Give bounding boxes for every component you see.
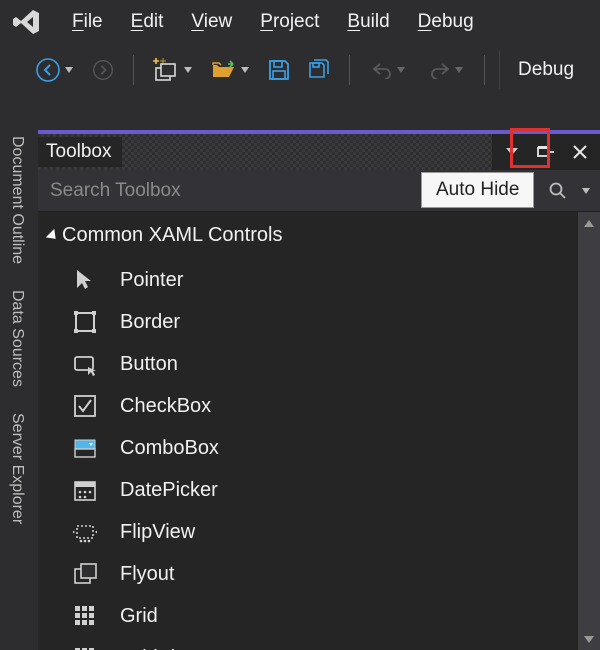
menu-view[interactable]: View <box>191 11 232 33</box>
toolbox-item[interactable]: Grid <box>38 595 576 637</box>
toolbox-item-label: ComboBox <box>120 437 219 460</box>
toolbox-item-label: Grid <box>120 605 158 628</box>
toolbox-item-label: DatePicker <box>120 479 218 502</box>
redo-button <box>422 52 470 88</box>
toolbox-item[interactable]: FlipView <box>38 511 576 553</box>
side-tab-strip: Document Outline Data Sources Server Exp… <box>0 132 34 528</box>
toolbox-item-label: CheckBox <box>120 395 211 418</box>
save-button[interactable] <box>264 52 295 88</box>
toolbox-item-label: Border <box>120 311 180 334</box>
scrollbar[interactable] <box>578 212 600 650</box>
border-icon <box>72 309 98 335</box>
menu-debug[interactable]: Debug <box>418 11 474 33</box>
menu-file[interactable]: File <box>72 11 103 33</box>
toolbox-item[interactable]: Pointer <box>38 259 576 301</box>
toolbox-item[interactable]: GridView <box>38 637 576 650</box>
panel-menu-button[interactable] <box>498 138 526 166</box>
group-label: Common XAML Controls <box>62 224 282 247</box>
grid-icon <box>72 603 98 629</box>
toolbar-separator <box>349 55 350 85</box>
datepicker-icon <box>72 477 98 503</box>
toolbox-item-label: Pointer <box>120 269 183 292</box>
gridview-icon <box>72 645 98 650</box>
flyout-icon <box>72 561 98 587</box>
toolbar-separator <box>484 55 485 85</box>
search-options-caret[interactable] <box>582 188 590 194</box>
close-panel-button[interactable] <box>566 138 594 166</box>
expander-icon <box>46 228 60 242</box>
side-tab-data-sources[interactable]: Data Sources <box>8 286 26 391</box>
config-selector[interactable]: Debug <box>499 51 592 89</box>
save-all-button[interactable] <box>305 52 336 88</box>
vs-logo-icon <box>8 4 44 40</box>
toolbar-separator <box>133 55 134 85</box>
scroll-down-button[interactable] <box>578 628 600 650</box>
combobox-icon <box>72 435 98 461</box>
search-icon[interactable] <box>544 177 572 205</box>
checkbox-icon <box>72 393 98 419</box>
pin-button[interactable] <box>532 138 560 166</box>
nav-forward-button <box>88 52 119 88</box>
toolbox-item[interactable]: Flyout <box>38 553 576 595</box>
tooltip-auto-hide: Auto Hide <box>421 172 534 208</box>
menu-project[interactable]: Project <box>260 11 319 33</box>
panel-header[interactable]: Toolbox <box>38 134 600 170</box>
panel-title: Toolbox <box>46 141 112 163</box>
toolbox-item[interactable]: DatePicker <box>38 469 576 511</box>
menu-edit[interactable]: Edit <box>131 11 164 33</box>
tree-group-header[interactable]: Common XAML Controls <box>38 218 576 259</box>
undo-button <box>364 52 412 88</box>
toolbox-item[interactable]: ComboBox <box>38 427 576 469</box>
button-icon <box>72 351 98 377</box>
toolbox-item-label: Button <box>120 353 178 376</box>
toolbox-panel: Toolbox Auto Hide <box>38 130 600 650</box>
toolbox-item-label: GridView <box>120 647 201 650</box>
cursor-icon <box>72 267 98 293</box>
side-tab-document-outline[interactable]: Document Outline <box>8 132 26 268</box>
toolbar: Debug <box>0 44 600 96</box>
toolbox-item[interactable]: Button <box>38 343 576 385</box>
toolbox-item[interactable]: Border <box>38 301 576 343</box>
menu-bar: File Edit View Project Build Debug <box>0 0 600 44</box>
toolbox-item-label: FlipView <box>120 521 195 544</box>
open-file-button[interactable] <box>206 52 254 88</box>
scroll-up-button[interactable] <box>578 212 600 234</box>
nav-back-button[interactable] <box>30 52 78 88</box>
new-item-button[interactable] <box>148 52 196 88</box>
side-tab-server-explorer[interactable]: Server Explorer <box>8 409 26 528</box>
toolbox-tree: Common XAML Controls Pointer Border Button… <box>38 212 576 650</box>
flipview-icon <box>72 519 98 545</box>
toolbox-item[interactable]: CheckBox <box>38 385 576 427</box>
menu-build[interactable]: Build <box>347 11 389 33</box>
toolbox-item-label: Flyout <box>120 563 174 586</box>
